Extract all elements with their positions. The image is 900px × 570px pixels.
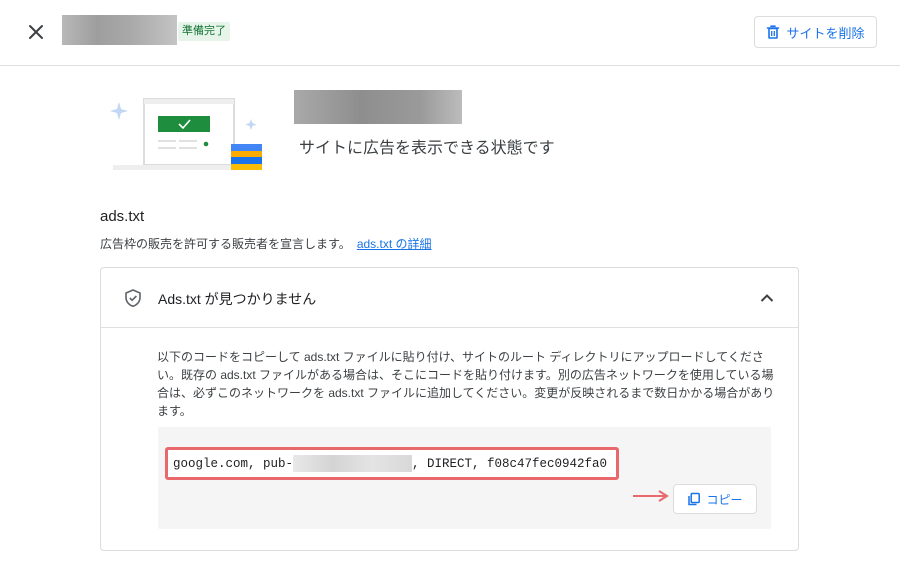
section-description: 広告枠の販売を許可する販売者を宣言します。 ads.txt の詳細 (100, 235, 432, 252)
shield-check-icon (125, 289, 141, 308)
copy-icon (688, 492, 701, 506)
code-prefix: google.com, pub- (173, 456, 294, 471)
top-bar: 準備完了 サイトを削除 (0, 0, 900, 66)
copy-label: コピー (706, 492, 743, 507)
card-title: Ads.txt が見つかりません (158, 291, 317, 307)
close-icon[interactable] (24, 20, 48, 44)
section-description-text: 広告枠の販売を許可する販売者を宣言します。 (100, 237, 351, 251)
ready-status-text: サイトに広告を表示できる状態です (299, 140, 555, 157)
site-url-redacted (294, 90, 462, 124)
ads-txt-code[interactable]: google.com, pub- , DIRECT, f08c47fec0942f… (165, 447, 619, 480)
instructions-text: 以下のコードをコピーして ads.txt ファイルに貼り付け、サイトのルート デ… (157, 350, 775, 418)
code-box: google.com, pub- , DIRECT, f08c47fec0942f… (158, 427, 771, 529)
status-badge: 準備完了 (178, 22, 230, 41)
delete-site-label: サイトを削除 (786, 25, 865, 41)
chevron-up-icon[interactable] (757, 288, 777, 308)
publisher-id-redacted (293, 455, 413, 472)
section-title: ads.txt (100, 208, 145, 225)
trash-icon (767, 25, 780, 39)
site-name-redacted (62, 15, 177, 45)
laptop-illustration (105, 90, 270, 175)
arrow-annotation (633, 490, 669, 502)
delete-site-button[interactable]: サイトを削除 (754, 16, 877, 48)
ads-txt-card: Ads.txt が見つかりません 以下のコードをコピーして ads.txt ファ… (100, 267, 799, 551)
card-header[interactable]: Ads.txt が見つかりません (101, 268, 798, 328)
ads-txt-details-link[interactable]: ads.txt の詳細 (357, 237, 432, 251)
copy-button[interactable]: コピー (673, 484, 757, 514)
code-suffix: , DIRECT, f08c47fec0942fa0 (412, 456, 608, 471)
